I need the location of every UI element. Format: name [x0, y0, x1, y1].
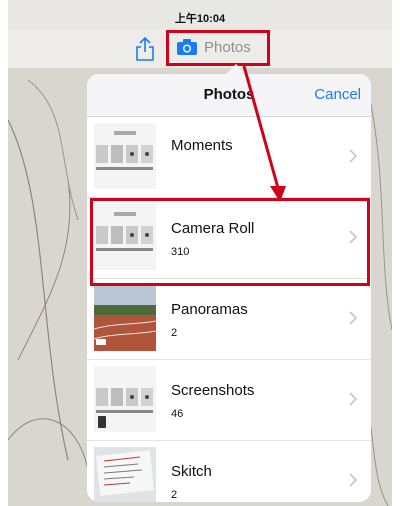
- chevron-right-icon: [349, 473, 357, 487]
- popover-header: Photos Cancel: [87, 74, 371, 117]
- album-count: 46: [171, 408, 184, 420]
- album-name: Skitch: [171, 463, 212, 480]
- cancel-button[interactable]: Cancel: [314, 86, 361, 103]
- album-count: 2: [171, 327, 178, 339]
- chevron-right-icon: [349, 392, 357, 406]
- album-count: 2: [171, 489, 178, 501]
- album-thumbnail: [94, 123, 156, 189]
- album-thumbnail: [94, 366, 156, 432]
- album-thumbnail: [94, 447, 156, 502]
- album-row-screenshots[interactable]: Screenshots 46: [87, 360, 371, 441]
- album-row-skitch[interactable]: Skitch 2: [87, 441, 371, 502]
- screenshot-frame: 上午10:04 Photos Photos Cancel Moments Cam…: [8, 0, 392, 506]
- album-list: Moments Camera Roll 310 Panoramas 2 Scre…: [87, 117, 371, 502]
- status-time: 上午10:04: [174, 13, 226, 25]
- album-popover: Photos Cancel Moments Camera Roll 310 Pa…: [87, 74, 371, 502]
- chevron-right-icon: [349, 149, 357, 163]
- share-icon[interactable]: [132, 36, 158, 62]
- album-name: Panoramas: [171, 301, 248, 318]
- album-thumbnail: [94, 285, 156, 351]
- album-row-panoramas[interactable]: Panoramas 2: [87, 279, 371, 360]
- chevron-right-icon: [349, 311, 357, 325]
- status-bar: 上午10:04: [8, 0, 392, 30]
- album-name: Moments: [171, 137, 233, 154]
- album-row-moments[interactable]: Moments: [87, 117, 371, 198]
- album-name: Screenshots: [171, 382, 255, 399]
- popover-arrow: [226, 64, 246, 74]
- annotation-box-photos: [166, 30, 270, 66]
- annotation-box-camera-roll: [90, 198, 370, 286]
